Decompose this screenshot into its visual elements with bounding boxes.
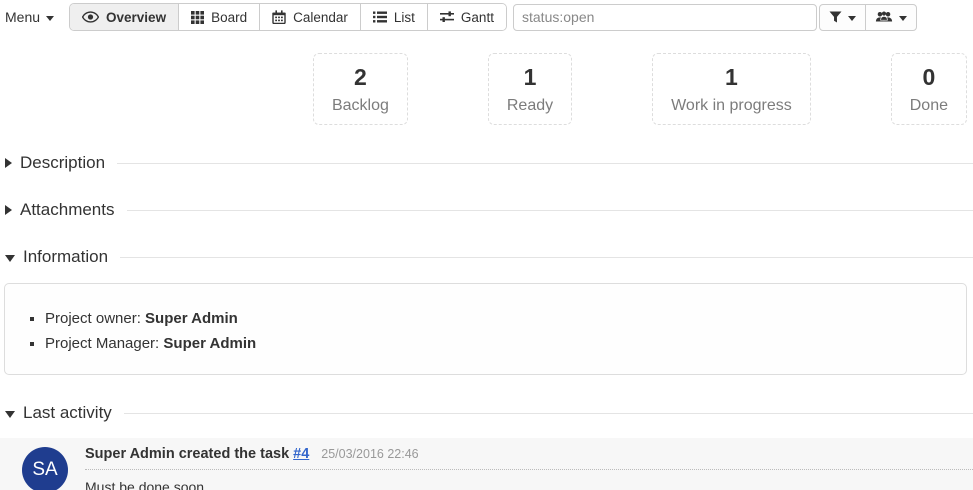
toolbar: Menu Overview Board Calendar List (0, 0, 973, 34)
triangle-right-icon (5, 158, 12, 168)
tab-list-label: List (394, 10, 415, 25)
section-divider (124, 413, 973, 414)
section-title: Last activity (23, 403, 112, 423)
stat-label: Backlog (332, 94, 389, 118)
chevron-down-icon (46, 16, 54, 21)
tab-gantt-label: Gantt (461, 10, 494, 25)
section-divider (117, 163, 973, 164)
stat-label: Work in progress (671, 94, 792, 118)
grid-icon (191, 11, 204, 24)
stat-backlog: 2 Backlog (313, 53, 408, 125)
stat-count: 0 (910, 60, 948, 94)
task-link[interactable]: #4 (293, 446, 309, 462)
stat-work-in-progress: 1 Work in progress (652, 53, 811, 125)
section-description-toggle[interactable]: Description (0, 153, 973, 173)
column-stats-row: 2 Backlog 1 Ready 1 Work in progress 0 D… (0, 53, 973, 125)
info-value: Super Admin (163, 335, 256, 352)
list-icon (373, 11, 387, 23)
funnel-icon (829, 11, 842, 23)
section-last-activity-toggle[interactable]: Last activity (0, 403, 973, 423)
information-list: Project owner: Super Admin Project Manag… (5, 306, 966, 356)
eye-icon (82, 11, 99, 23)
section-title: Information (23, 247, 108, 267)
stat-count: 2 (332, 60, 389, 94)
stat-count: 1 (507, 60, 553, 94)
chevron-down-icon (848, 16, 856, 21)
info-label: Project Manager: (45, 335, 159, 352)
stat-ready: 1 Ready (488, 53, 572, 125)
filter-dropdown-button[interactable] (820, 5, 865, 30)
section-title: Attachments (20, 200, 115, 220)
activity-title-row: Super Admin created the task#4 25/03/2016… (85, 446, 973, 470)
section-divider (127, 210, 973, 211)
users-icon (875, 11, 893, 24)
stat-label: Ready (507, 94, 553, 118)
activity-title: Super Admin created the task (85, 446, 289, 462)
tab-overview-label: Overview (106, 10, 166, 25)
section-information-toggle[interactable]: Information (0, 247, 973, 267)
tab-overview[interactable]: Overview (70, 4, 178, 30)
triangle-down-icon (5, 411, 15, 418)
section-attachments-toggle[interactable]: Attachments (0, 200, 973, 220)
activity-comment: Must be done soon (85, 479, 973, 490)
information-panel: Project owner: Super Admin Project Manag… (4, 283, 967, 375)
stat-count: 1 (671, 60, 792, 94)
tab-board[interactable]: Board (178, 4, 259, 30)
tab-list[interactable]: List (360, 4, 427, 30)
triangle-down-icon (5, 255, 15, 262)
tab-calendar-label: Calendar (293, 10, 348, 25)
activity-item: SA Super Admin created the task#4 25/03/2… (0, 438, 973, 490)
activity-body: Super Admin created the task#4 25/03/2016… (85, 446, 973, 490)
tab-gantt[interactable]: Gantt (427, 4, 506, 30)
filter-button-group (819, 4, 917, 31)
menu-label: Menu (5, 9, 40, 25)
section-title: Description (20, 153, 105, 173)
tab-calendar[interactable]: Calendar (259, 4, 360, 30)
info-value: Super Admin (145, 310, 238, 327)
stat-label: Done (910, 94, 948, 118)
avatar: SA (22, 447, 68, 490)
search-input[interactable] (513, 4, 817, 31)
info-label: Project owner: (45, 310, 141, 327)
menu-dropdown[interactable]: Menu (5, 9, 54, 25)
list-item: Project owner: Super Admin (45, 306, 966, 331)
activity-timestamp: 25/03/2016 22:46 (321, 447, 418, 461)
section-divider (120, 257, 973, 258)
sliders-icon (440, 11, 454, 23)
list-item: Project Manager: Super Admin (45, 331, 966, 356)
calendar-icon (272, 10, 286, 24)
triangle-right-icon (5, 205, 12, 215)
stat-done: 0 Done (891, 53, 967, 125)
chevron-down-icon (899, 16, 907, 21)
users-dropdown-button[interactable] (865, 5, 916, 30)
tab-board-label: Board (211, 10, 247, 25)
view-switcher: Overview Board Calendar List Gantt (69, 3, 507, 31)
